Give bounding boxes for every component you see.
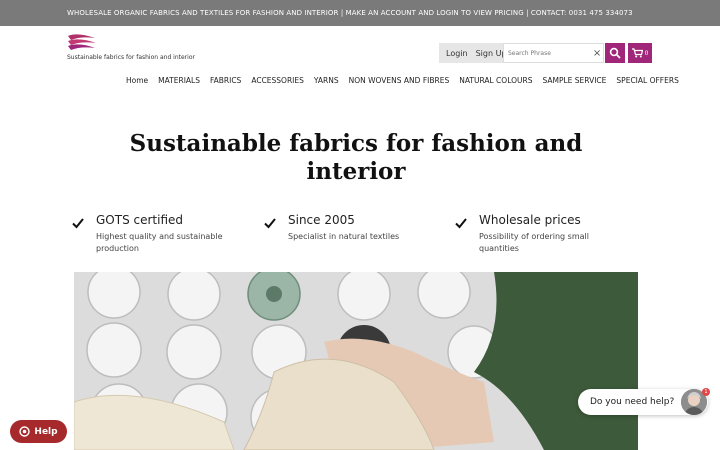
cart-button[interactable]: 0: [628, 43, 652, 63]
cart-icon: [631, 48, 643, 58]
help-button[interactable]: Help: [10, 420, 67, 443]
help-label: Help: [34, 426, 58, 437]
brand-tagline: Sustainable fabrics for fashion and inte…: [67, 54, 195, 61]
chat-label: Do you need help?: [590, 397, 675, 407]
nav-item-natural-colours[interactable]: NATURAL COLOURS: [459, 76, 532, 85]
nav-item-yarns[interactable]: YARNS: [314, 76, 339, 85]
feature-desc: Highest quality and sustainable producti…: [96, 232, 223, 253]
check-icon: [72, 218, 84, 229]
page-title: Sustainable fabrics for fashion and inte…: [129, 130, 583, 185]
feature-desc: Possibility of ordering small quantities: [479, 232, 589, 253]
site-header: Sustainable fabrics for fashion and inte…: [0, 26, 720, 96]
help-icon: [19, 426, 31, 437]
nav-item-sample-service[interactable]: SAMPLE SERVICE: [542, 76, 606, 85]
hero-image: [74, 272, 638, 450]
clear-search-icon[interactable]: ×: [591, 48, 603, 59]
search-button[interactable]: [605, 43, 625, 63]
feature-title: Since 2005: [288, 213, 355, 227]
check-icon: [264, 218, 276, 229]
search-box: ×: [503, 43, 604, 63]
cart-count: 0: [644, 49, 649, 57]
nav-item-materials[interactable]: MATERIALS: [158, 76, 200, 85]
search-icon: [609, 47, 621, 59]
main-nav: Home MATERIALS FABRICS ACCESSORIES YARNS…: [126, 76, 679, 85]
nav-item-home[interactable]: Home: [126, 76, 148, 85]
feature-desc: Specialist in natural textiles: [288, 232, 400, 241]
nav-item-non-wovens[interactable]: NON WOVENS AND FIBRES: [349, 76, 450, 85]
nav-item-fabrics[interactable]: FABRICS: [210, 76, 241, 85]
feature-title: Wholesale prices: [479, 213, 581, 227]
chat-widget[interactable]: Do you need help? 1: [578, 388, 710, 415]
nav-item-special-offers[interactable]: SPECIAL OFFERS: [616, 76, 678, 85]
search-input[interactable]: [504, 49, 592, 57]
check-icon: [455, 218, 467, 229]
notification-badge: 1: [702, 388, 710, 396]
announcement-bar: WHOLESALE ORGANIC FABRICS AND TEXTILES F…: [0, 0, 720, 26]
login-link[interactable]: Login: [443, 49, 471, 58]
feature-title: GOTS certified: [96, 213, 184, 227]
brand-logo[interactable]: [67, 32, 97, 52]
nav-item-accessories[interactable]: ACCESSORIES: [251, 76, 304, 85]
